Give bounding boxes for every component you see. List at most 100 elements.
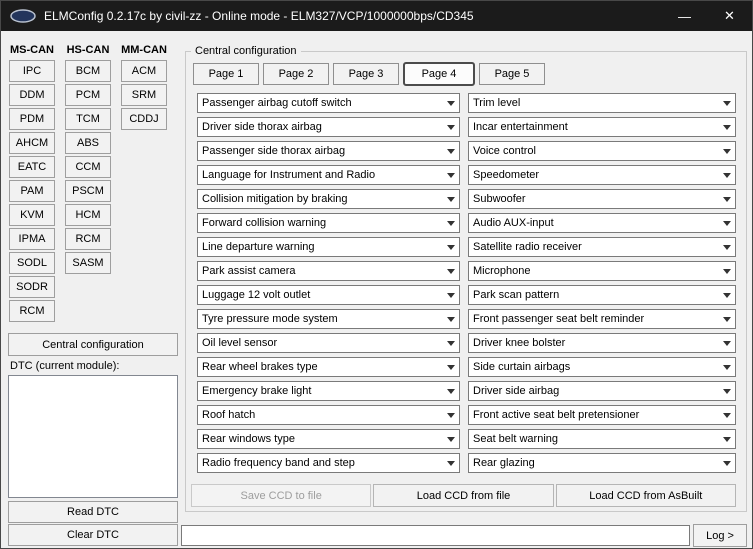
module-button-pscm[interactable]: PSCM xyxy=(65,180,111,202)
page-tab-page-2[interactable]: Page 2 xyxy=(263,63,329,85)
dropdown-arrow-icon[interactable] xyxy=(443,358,459,376)
config-combobox[interactable]: Subwoofer xyxy=(468,189,736,209)
config-combobox[interactable]: Radio frequency band and step xyxy=(197,453,460,473)
config-combobox[interactable]: Side curtain airbags xyxy=(468,357,736,377)
module-button-acm[interactable]: ACM xyxy=(121,60,167,82)
config-combobox[interactable]: Forward collision warning xyxy=(197,213,460,233)
dropdown-arrow-icon[interactable] xyxy=(719,430,735,448)
config-combobox[interactable]: Voice control xyxy=(468,141,736,161)
config-combobox[interactable]: Audio AUX-input xyxy=(468,213,736,233)
config-combobox[interactable]: Driver side airbag xyxy=(468,381,736,401)
module-button-sasm[interactable]: SASM xyxy=(65,252,111,274)
config-combobox[interactable]: Front passenger seat belt reminder xyxy=(468,309,736,329)
dropdown-arrow-icon[interactable] xyxy=(719,190,735,208)
dropdown-arrow-icon[interactable] xyxy=(719,382,735,400)
config-combobox[interactable]: Seat belt warning xyxy=(468,429,736,449)
config-combobox[interactable]: Driver knee bolster xyxy=(468,333,736,353)
module-button-pam[interactable]: PAM xyxy=(9,180,55,202)
module-button-ccm[interactable]: CCM xyxy=(65,156,111,178)
module-button-bcm[interactable]: BCM xyxy=(65,60,111,82)
module-button-abs[interactable]: ABS xyxy=(65,132,111,154)
dropdown-arrow-icon[interactable] xyxy=(719,166,735,184)
dropdown-arrow-icon[interactable] xyxy=(719,334,735,352)
module-button-kvm[interactable]: KVM xyxy=(9,204,55,226)
central-configuration-button[interactable]: Central configuration xyxy=(8,333,178,356)
read-dtc-button[interactable]: Read DTC xyxy=(8,501,178,523)
module-button-hcm[interactable]: HCM xyxy=(65,204,111,226)
config-combobox[interactable]: Passenger side thorax airbag xyxy=(197,141,460,161)
dropdown-arrow-icon[interactable] xyxy=(443,406,459,424)
module-button-cddj[interactable]: CDDJ xyxy=(121,108,167,130)
config-combobox[interactable]: Park scan pattern xyxy=(468,285,736,305)
module-button-pcm[interactable]: PCM xyxy=(65,84,111,106)
module-button-rcm[interactable]: RCM xyxy=(65,228,111,250)
config-combobox[interactable]: Luggage 12 volt outlet xyxy=(197,285,460,305)
dropdown-arrow-icon[interactable] xyxy=(443,286,459,304)
module-button-rcm[interactable]: RCM xyxy=(9,300,55,322)
config-combobox[interactable]: Satellite radio receiver xyxy=(468,237,736,257)
module-button-srm[interactable]: SRM xyxy=(121,84,167,106)
dropdown-arrow-icon[interactable] xyxy=(443,214,459,232)
dropdown-arrow-icon[interactable] xyxy=(443,166,459,184)
module-button-ahcm[interactable]: AHCM xyxy=(9,132,55,154)
titlebar[interactable]: ELMConfig 0.2.17c by civil-zz - Online m… xyxy=(1,1,752,31)
dropdown-arrow-icon[interactable] xyxy=(443,262,459,280)
config-combobox[interactable]: Tyre pressure mode system xyxy=(197,309,460,329)
config-combobox[interactable]: Line departure warning xyxy=(197,237,460,257)
config-combobox[interactable]: Roof hatch xyxy=(197,405,460,425)
dropdown-arrow-icon[interactable] xyxy=(719,310,735,328)
page-tab-page-4[interactable]: Page 4 xyxy=(403,62,475,86)
config-combobox[interactable]: Microphone xyxy=(468,261,736,281)
config-combobox[interactable]: Collision mitigation by braking xyxy=(197,189,460,209)
page-tab-page-3[interactable]: Page 3 xyxy=(333,63,399,85)
dropdown-arrow-icon[interactable] xyxy=(443,142,459,160)
log-button[interactable]: Log > xyxy=(693,524,747,547)
dropdown-arrow-icon[interactable] xyxy=(443,382,459,400)
dropdown-arrow-icon[interactable] xyxy=(443,118,459,136)
page-tab-page-5[interactable]: Page 5 xyxy=(479,63,545,85)
config-combobox[interactable]: Rear glazing xyxy=(468,453,736,473)
close-button[interactable]: ✕ xyxy=(707,1,752,31)
dropdown-arrow-icon[interactable] xyxy=(719,118,735,136)
minimize-button[interactable]: — xyxy=(662,1,707,31)
dropdown-arrow-icon[interactable] xyxy=(719,262,735,280)
module-button-sodl[interactable]: SODL xyxy=(9,252,55,274)
module-button-eatc[interactable]: EATC xyxy=(9,156,55,178)
config-combobox[interactable]: Emergency brake light xyxy=(197,381,460,401)
command-input[interactable] xyxy=(181,525,690,546)
config-combobox[interactable]: Speedometer xyxy=(468,165,736,185)
dropdown-arrow-icon[interactable] xyxy=(719,142,735,160)
config-combobox[interactable]: Passenger airbag cutoff switch xyxy=(197,93,460,113)
config-combobox[interactable]: Trim level xyxy=(468,93,736,113)
dropdown-arrow-icon[interactable] xyxy=(443,454,459,472)
dropdown-arrow-icon[interactable] xyxy=(443,190,459,208)
dropdown-arrow-icon[interactable] xyxy=(443,238,459,256)
config-combobox[interactable]: Park assist camera xyxy=(197,261,460,281)
module-button-ddm[interactable]: DDM xyxy=(9,84,55,106)
config-combobox[interactable]: Oil level sensor xyxy=(197,333,460,353)
dropdown-arrow-icon[interactable] xyxy=(719,214,735,232)
dtc-listbox[interactable] xyxy=(8,375,178,498)
dropdown-arrow-icon[interactable] xyxy=(443,430,459,448)
dropdown-arrow-icon[interactable] xyxy=(719,286,735,304)
dropdown-arrow-icon[interactable] xyxy=(719,406,735,424)
dropdown-arrow-icon[interactable] xyxy=(719,454,735,472)
dropdown-arrow-icon[interactable] xyxy=(719,94,735,112)
config-combobox[interactable]: Front active seat belt pretensioner xyxy=(468,405,736,425)
config-combobox[interactable]: Driver side thorax airbag xyxy=(197,117,460,137)
dropdown-arrow-icon[interactable] xyxy=(443,310,459,328)
dropdown-arrow-icon[interactable] xyxy=(719,238,735,256)
module-button-tcm[interactable]: TCM xyxy=(65,108,111,130)
config-combobox[interactable]: Rear wheel brakes type xyxy=(197,357,460,377)
module-button-pdm[interactable]: PDM xyxy=(9,108,55,130)
config-combobox[interactable]: Incar entertainment xyxy=(468,117,736,137)
dropdown-arrow-icon[interactable] xyxy=(443,334,459,352)
button-load-ccd-from-asbuilt[interactable]: Load CCD from AsBuilt xyxy=(556,484,736,507)
config-combobox[interactable]: Rear windows type xyxy=(197,429,460,449)
button-load-ccd-from-file[interactable]: Load CCD from file xyxy=(373,484,553,507)
page-tab-page-1[interactable]: Page 1 xyxy=(193,63,259,85)
module-button-ipma[interactable]: IPMA xyxy=(9,228,55,250)
dropdown-arrow-icon[interactable] xyxy=(443,94,459,112)
clear-dtc-button[interactable]: Clear DTC xyxy=(8,524,178,546)
module-button-sodr[interactable]: SODR xyxy=(9,276,55,298)
